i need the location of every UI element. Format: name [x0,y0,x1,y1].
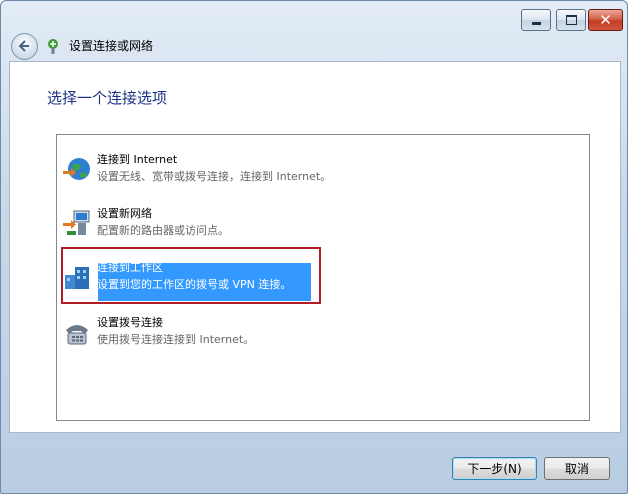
minimize-button[interactable] [521,9,551,31]
option-description: 配置新的路由器或访问点。 [97,224,229,237]
globe-network-icon [63,158,90,180]
option-dialup[interactable]: 设置拨号连接 使用拨号连接连接到 Internet。 [61,312,321,350]
option-title: 连接到 Internet [97,153,178,166]
title-bar: ✕ [1,1,627,37]
option-title: 设置新网络 [97,207,152,220]
minimize-icon [531,21,541,25]
dialup-phone-icon [66,325,88,345]
next-button[interactable]: 下一步(N) [452,457,537,480]
back-arrow-icon [18,40,29,52]
option-description: 使用拨号连接连接到 Internet。 [97,333,255,346]
new-network-icon [63,210,90,235]
maximize-button[interactable] [556,9,586,31]
option-description: 设置到您的工作区的拨号或 VPN 连接。 [97,278,292,291]
option-new-network[interactable]: 设置新网络 配置新的路由器或访问点。 [61,203,321,241]
page-heading: 选择一个连接选项 [47,89,168,107]
dialog-window: ✕ 设置连接或网络 选择一个连接选项 连接到 Internet 设置无线、宽带或… [0,0,628,494]
back-button[interactable] [11,33,38,60]
maximize-icon [565,15,577,25]
option-title: 连接到工作区 [97,261,163,274]
window-title: 设置连接或网络 [69,39,154,53]
connection-options-list: 连接到 Internet 设置无线、宽带或拨号连接，连接到 Internet。 … [56,134,590,421]
content-panel: 选择一个连接选项 连接到 Internet 设置无线、宽带或拨号连接，连接到 I… [9,61,621,433]
close-button[interactable]: ✕ [588,9,623,31]
workplace-building-icon [65,267,89,289]
option-connect-workplace[interactable]: 连接到工作区 设置到您的工作区的拨号或 VPN 连接。 [61,257,321,301]
cancel-button[interactable]: 取消 [544,457,610,480]
option-description: 设置无线、宽带或拨号连接，连接到 Internet。 [97,170,332,183]
option-connect-internet[interactable]: 连接到 Internet 设置无线、宽带或拨号连接，连接到 Internet。 [61,149,331,187]
option-title: 设置拨号连接 [97,316,163,329]
network-setup-icon [48,39,58,54]
close-icon: ✕ [599,10,612,29]
